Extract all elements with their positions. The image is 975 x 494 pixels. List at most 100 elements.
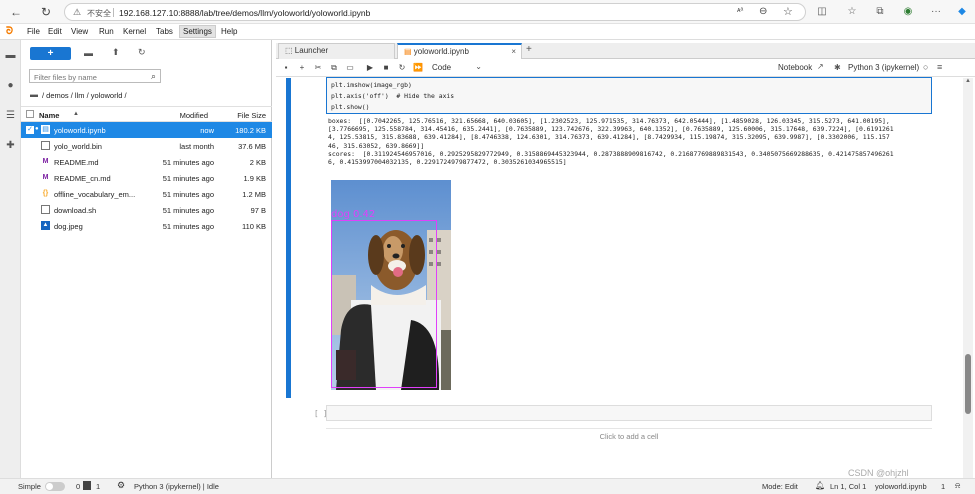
tab-launcher[interactable]: ⬚ Launcher (278, 43, 395, 59)
fast-forward-icon[interactable]: ⏩ (413, 63, 423, 73)
file-row[interactable]: ▲ dog.jpeg 51 minutes ago 110 KB (21, 218, 272, 234)
refresh-icon[interactable]: ↻ (138, 47, 146, 58)
menu-file[interactable]: File (27, 27, 40, 36)
reload-icon[interactable]: ↻ (38, 4, 54, 20)
running-kernels-icon[interactable]: ● (5, 80, 16, 91)
column-header-modified[interactable]: Modified (180, 111, 208, 120)
address-bar[interactable]: ⚠ 不安全 192.168.127.10:8888/lab/tree/demos… (64, 3, 806, 21)
column-header-size[interactable]: File Size (237, 111, 266, 120)
file-size: 97 B (250, 206, 266, 215)
code-editor[interactable]: plt.imshow(image_rgb) plt.imshow(image_r… (326, 77, 932, 114)
paste-icon[interactable]: ▭ (345, 63, 355, 73)
restart-icon[interactable]: ↻ (397, 63, 407, 73)
file-name: yoloworld.ipynb (54, 126, 106, 135)
stop-icon[interactable]: ■ (381, 63, 391, 73)
close-tab-icon[interactable]: × (511, 45, 516, 59)
file-modified: 51 minutes ago (162, 222, 214, 231)
file-row[interactable]: M README_cn.md 51 minutes ago 1.9 KB (21, 170, 272, 186)
image-icon: ▲ (41, 221, 50, 230)
menu-edit[interactable]: Edit (48, 27, 62, 36)
collections-icon[interactable]: ⧉ (873, 5, 887, 19)
file-row[interactable]: {} offline_vocabulary_em... 51 minutes a… (21, 186, 272, 202)
column-header-name[interactable]: Name (39, 111, 59, 120)
notification-icon[interactable]: 🔔︎ (815, 481, 825, 490)
table-of-contents-icon[interactable]: ☰ (5, 110, 16, 121)
notebook-label[interactable]: Notebook (778, 63, 812, 72)
bug-icon[interactable]: ✱ (834, 63, 841, 72)
file-row[interactable]: download.sh 51 minutes ago 97 B (21, 202, 272, 218)
run-icon[interactable]: ▶ (365, 63, 375, 73)
settings-gear-icon[interactable]: ⚙ (117, 480, 125, 491)
checkbox-checked-icon[interactable]: ✓ (26, 126, 34, 134)
filter-box[interactable]: Filter files by name ⌕ (29, 69, 161, 83)
menu-kernel[interactable]: Kernel (123, 27, 146, 36)
back-arrow-icon[interactable]: ← (8, 4, 24, 20)
file-size: 110 KB (241, 222, 266, 231)
insert-cell-icon[interactable]: + (297, 63, 307, 73)
scroll-up-arrow-icon[interactable]: ▲ (965, 78, 971, 84)
file-row[interactable]: M README.md 51 minutes ago 2 KB (21, 154, 272, 170)
new-folder-icon[interactable]: ▬ (84, 48, 93, 58)
bell-icon[interactable]: ⍾ (955, 481, 960, 491)
tab-yoloworld-notebook[interactable]: ▤ yoloworld.ipynb × (397, 43, 522, 59)
notebook-panel: ⬚ Launcher ▤ yoloworld.ipynb × + ▪ + ✂ ⧉… (276, 40, 975, 478)
code-line: plt.imshow(image_rgb) (331, 81, 412, 90)
read-aloud-icon[interactable]: ᴀᵃ (737, 7, 743, 14)
active-cell-indicator (286, 78, 291, 398)
notebook-toolbar: ▪ + ✂ ⧉ ▭ ▶ ■ ↻ ⏩ Code ⌄ Notebook ↗ ✱ Py… (276, 59, 975, 77)
menu-run[interactable]: Run (99, 27, 114, 36)
kernel-count: 1 (96, 482, 101, 491)
copilot-icon[interactable]: ◆ (955, 5, 969, 19)
status-bar: Simple 0 1 ⚙ Python 3 (ipykernel) | Idle… (0, 478, 975, 494)
split-screen-icon[interactable]: ◫ (815, 5, 829, 19)
output-line: boxes: [[0.7042265, 125.76516, 321.65668… (328, 117, 890, 125)
file-modified: 51 minutes ago (162, 206, 214, 215)
extension-icon[interactable]: ◉ (901, 5, 915, 19)
cut-icon[interactable]: ✂ (313, 63, 323, 73)
copy-icon[interactable]: ⧉ (329, 63, 339, 73)
zoom-icon[interactable]: ⊖ (759, 6, 767, 17)
empty-code-cell[interactable] (326, 405, 932, 421)
save-icon[interactable]: ▪ (281, 63, 291, 73)
chevron-down-icon: ⌄ (475, 62, 482, 71)
folder-icon[interactable]: ▬ (5, 50, 16, 61)
simple-mode-toggle[interactable] (45, 482, 65, 491)
file-size: 2 KB (249, 158, 266, 167)
favorite-star-icon[interactable]: ☆ (783, 5, 793, 18)
toggle-knob (46, 483, 53, 490)
extensions-icon[interactable]: ✚ (5, 140, 16, 151)
file-modified: 51 minutes ago (162, 158, 214, 167)
open-external-icon[interactable]: ↗ (817, 62, 824, 71)
scrollbar[interactable]: ▲ (963, 78, 973, 478)
file-row[interactable]: ✓ ● ▤ yoloworld.ipynb now 180.2 KB (21, 122, 272, 138)
kernel-name[interactable]: Python 3 (ipykernel) (848, 63, 919, 72)
file-icon (41, 205, 50, 214)
cell-type-select[interactable]: Code ⌄ (428, 62, 484, 74)
file-name: README_cn.md (54, 174, 111, 183)
file-row[interactable]: yolo_world.bin last month 37.6 MB (21, 138, 272, 154)
scrollbar-thumb[interactable] (965, 354, 971, 414)
folder-icon[interactable]: ▬ (30, 90, 38, 99)
new-launcher-button[interactable]: + (30, 47, 71, 60)
launcher-icon: ⬚ (285, 46, 293, 55)
detection-label: dog 0.42 (331, 209, 376, 220)
new-tab-plus-icon[interactable]: + (526, 44, 532, 55)
simple-mode-label: Simple (18, 482, 41, 491)
file-size: 37.6 MB (238, 142, 266, 151)
more-options-icon[interactable]: ≡ (937, 62, 942, 72)
menu-tabs[interactable]: Tabs (156, 27, 173, 36)
add-cell-hint[interactable]: Click to add a cell (326, 428, 932, 442)
more-icon[interactable]: ··· (929, 5, 943, 19)
file-name: offline_vocabulary_em... (54, 190, 136, 199)
breadcrumb[interactable]: / demos / llm / yoloworld / (42, 91, 127, 100)
status-filename: yoloworld.ipynb (875, 482, 927, 491)
select-all-checkbox[interactable] (26, 110, 34, 118)
menu-help[interactable]: Help (221, 27, 237, 36)
filter-placeholder: Filter files by name (34, 73, 97, 82)
file-name: download.sh (54, 206, 97, 215)
menu-settings[interactable]: Settings (179, 25, 216, 38)
upload-icon[interactable]: ⬆ (112, 47, 120, 58)
favorites-icon[interactable]: ☆ (845, 5, 859, 19)
menu-view[interactable]: View (71, 27, 88, 36)
divider (113, 8, 114, 17)
